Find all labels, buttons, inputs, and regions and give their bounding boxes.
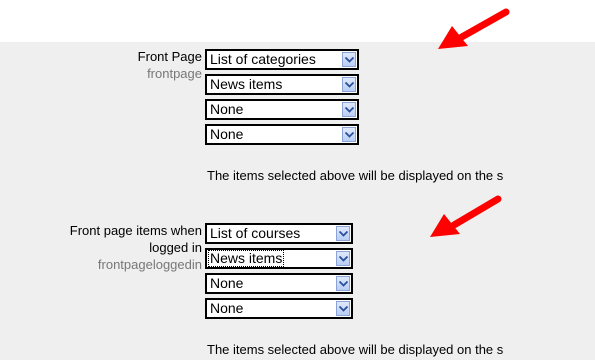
- select-value: None: [210, 275, 244, 291]
- select-value: None: [210, 126, 244, 142]
- frontpage-select-1[interactable]: List of categories: [205, 49, 359, 70]
- select-value: List of courses: [210, 225, 301, 241]
- select-value: None: [210, 101, 244, 117]
- select-value: None: [210, 300, 244, 316]
- red-arrow-icon: [438, 8, 510, 49]
- select-group: List of categories News items None None: [205, 49, 359, 149]
- frontpage-select-2[interactable]: News items: [205, 74, 359, 95]
- setting-description: The items selected above will be display…: [207, 342, 504, 357]
- chevron-down-icon[interactable]: [342, 102, 356, 117]
- chevron-down-icon[interactable]: [336, 226, 350, 241]
- frontpageloggedin-select-1[interactable]: List of courses: [205, 223, 353, 244]
- setting-key: frontpage: [147, 66, 202, 81]
- frontpage-select-4[interactable]: None: [205, 124, 359, 145]
- frontpageloggedin-select-4[interactable]: None: [205, 298, 353, 319]
- chevron-down-icon[interactable]: [336, 301, 350, 316]
- setting-title: Front Page: [137, 49, 202, 64]
- settings-panel: Front Page frontpage List of categories …: [0, 42, 595, 360]
- setting-key: frontpageloggedin: [97, 257, 202, 272]
- setting-description: The items selected above will be display…: [207, 168, 504, 183]
- setting-title: Front page items when: [69, 223, 202, 238]
- frontpageloggedin-select-2[interactable]: News items: [205, 248, 353, 269]
- setting-title-cont: logged in: [149, 240, 202, 255]
- select-value: News items: [210, 76, 283, 92]
- chevron-down-icon[interactable]: [342, 52, 356, 67]
- chevron-down-icon[interactable]: [342, 127, 356, 142]
- red-arrow-icon: [430, 195, 502, 237]
- frontpage-select-3[interactable]: None: [205, 99, 359, 120]
- select-value: List of categories: [210, 51, 316, 67]
- chevron-down-icon[interactable]: [336, 276, 350, 291]
- chevron-down-icon[interactable]: [336, 251, 350, 266]
- frontpageloggedin-select-3[interactable]: None: [205, 273, 353, 294]
- select-value: News items: [208, 250, 285, 267]
- chevron-down-icon[interactable]: [342, 77, 356, 92]
- select-group: List of courses News items None None: [205, 223, 353, 323]
- setting-label: Front page items when logged in frontpag…: [70, 222, 202, 273]
- setting-label: Front Page frontpage: [138, 48, 202, 82]
